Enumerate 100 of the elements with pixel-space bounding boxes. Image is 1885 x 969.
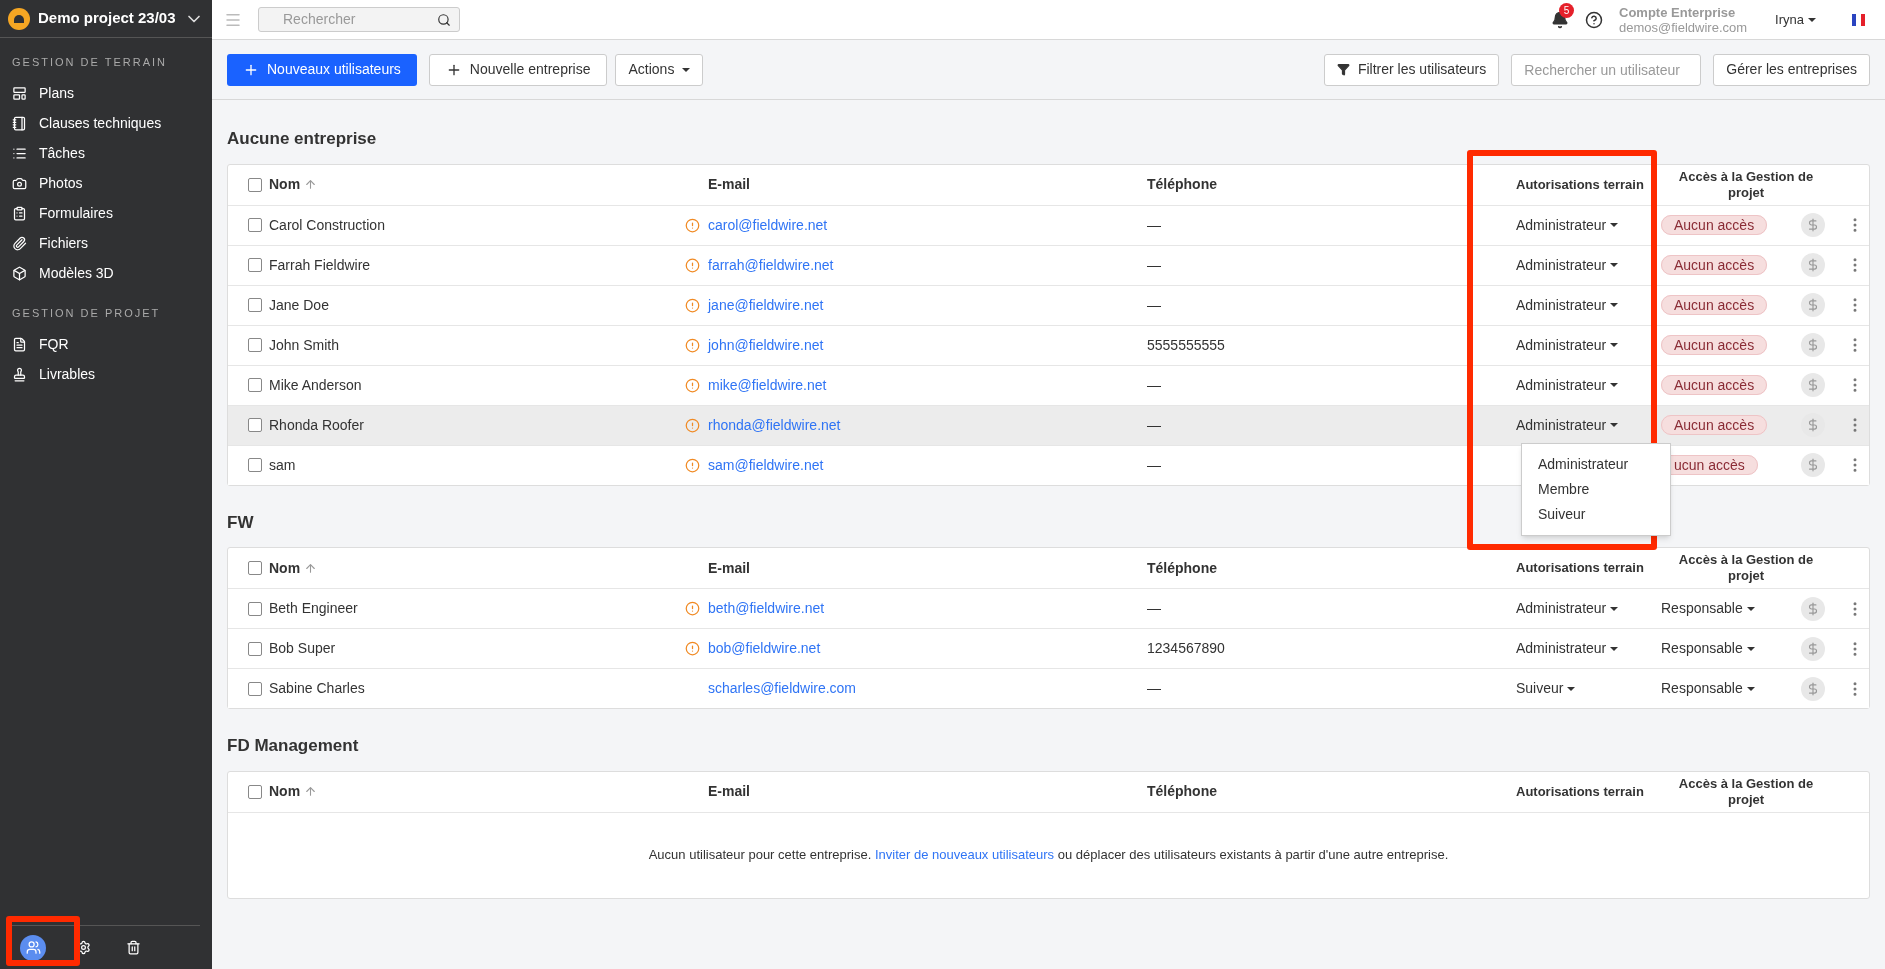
access-badge: Aucun accès (1661, 215, 1768, 235)
checkbox[interactable] (248, 338, 262, 352)
access-badge: Aucun accès (1661, 255, 1768, 275)
checkbox[interactable] (248, 418, 262, 432)
sort-arrow-icon (304, 785, 318, 798)
footer-button[interactable] (20, 934, 46, 961)
caret-icon (1746, 686, 1755, 691)
dollar-icon (1806, 218, 1820, 232)
email-link[interactable]: rhonda@fieldwire.net (708, 414, 841, 436)
billing-button[interactable] (1801, 253, 1825, 277)
sidebar-item[interactable]: Fichiers (0, 228, 212, 259)
help-icon[interactable] (1585, 10, 1603, 29)
phone-number: — (1147, 679, 1162, 698)
group-title: FW (227, 511, 254, 534)
column-header[interactable]: Nom (269, 174, 685, 195)
billing-button[interactable] (1801, 453, 1825, 477)
new-company-button[interactable]: Nouvelle entreprise (428, 53, 608, 86)
sidebar-item[interactable]: Formulaires (0, 198, 212, 229)
user-name: Bob Super (269, 639, 337, 658)
column-header[interactable]: Nom (269, 557, 685, 579)
column-header[interactable]: Nom (269, 781, 685, 802)
invite-link[interactable]: Inviter de nouveaux utilisateurs (874, 847, 1055, 863)
email-link[interactable]: scharles@fieldwire.com (708, 678, 857, 699)
logo-icon (8, 7, 30, 30)
user-search-field[interactable]: Rechercher un utilisateur (1511, 53, 1702, 86)
column-header: Téléphone (1147, 558, 1218, 578)
email-link[interactable]: bob@fieldwire.net (708, 638, 821, 659)
billing-button[interactable] (1801, 213, 1825, 237)
billing-button[interactable] (1801, 413, 1825, 437)
access-dropdown[interactable]: Responsable (1661, 598, 1755, 619)
email-link[interactable]: mike@fieldwire.net (708, 374, 827, 396)
checkbox[interactable] (248, 378, 262, 392)
access-dropdown[interactable]: Responsable (1661, 678, 1755, 699)
phone-number: — (1147, 599, 1162, 618)
checkbox[interactable] (248, 258, 262, 272)
checkbox[interactable] (248, 561, 262, 575)
role-dropdown[interactable]: Administrateur (1516, 598, 1619, 619)
billing-button[interactable] (1801, 293, 1825, 317)
filter-button[interactable]: Filtrer les utilisateurs (1323, 53, 1500, 86)
email-link[interactable]: jane@fieldwire.net (708, 294, 824, 316)
column-header: Téléphone (1147, 782, 1218, 801)
sidebar-item[interactable]: Photos (0, 168, 212, 199)
email-link[interactable]: beth@fieldwire.net (708, 598, 825, 619)
role-dropdown[interactable]: Administrateur (1516, 638, 1619, 659)
dollar-icon (1806, 601, 1820, 616)
manage-companies-button[interactable]: Gérer les entreprises (1713, 53, 1870, 86)
billing-button[interactable] (1801, 636, 1825, 661)
billing-button[interactable] (1801, 596, 1825, 621)
billing-button[interactable] (1801, 676, 1825, 701)
sidebar-item[interactable]: FQR (0, 329, 212, 359)
search-input[interactable]: Rechercher (267, 9, 429, 30)
role-dropdown[interactable]: Administrateur (1516, 414, 1619, 436)
billing-button[interactable] (1801, 373, 1825, 397)
caret-icon (1610, 303, 1619, 307)
email-link[interactable]: carol@fieldwire.net (708, 214, 828, 236)
user-name: John Smith (269, 335, 341, 355)
access-badge: Aucun accès (1661, 295, 1768, 315)
role-dropdown[interactable]: Administrateur (1516, 294, 1619, 316)
role-dropdown[interactable]: Administrateur (1516, 374, 1619, 396)
user-name: Farrah Fieldwire (269, 255, 372, 275)
dollar-icon (1806, 298, 1820, 312)
role-dropdown[interactable]: Suiveur (1516, 678, 1576, 699)
caret-icon (1746, 606, 1755, 611)
sidebar-item[interactable]: Tâches (0, 138, 212, 169)
email-link[interactable]: farrah@fieldwire.net (708, 254, 834, 276)
item-icon (12, 176, 27, 191)
caret-icon (1610, 646, 1619, 651)
checkbox[interactable] (248, 681, 262, 696)
checkbox[interactable] (248, 601, 262, 616)
user-menu[interactable]: Iryna (1775, 9, 1816, 30)
flag-icon[interactable] (1852, 13, 1865, 26)
checkbox[interactable] (248, 784, 262, 799)
checkbox[interactable] (248, 218, 262, 232)
checkbox[interactable] (248, 177, 262, 192)
role-dropdown[interactable]: Administrateur (1516, 254, 1619, 276)
sidebar-item[interactable]: Livrables (0, 359, 212, 389)
menu-option[interactable]: Membre (1522, 476, 1670, 502)
checkbox[interactable] (248, 298, 262, 312)
new-users-button[interactable]: Nouveaux utilisateurs (227, 53, 417, 86)
search-field[interactable]: Rechercher (258, 7, 460, 32)
user-name: sam (269, 455, 297, 475)
column-header: Téléphone (1147, 175, 1218, 194)
billing-button[interactable] (1801, 333, 1825, 357)
role-dropdown[interactable]: Administrateur (1516, 214, 1619, 236)
sidebar-item[interactable]: Plans (0, 78, 212, 109)
email-link[interactable]: john@fieldwire.net (708, 334, 824, 356)
column-header: E-mail (708, 782, 751, 801)
sidebar-item[interactable]: Modèles 3D (0, 258, 212, 289)
caret-icon (1610, 263, 1619, 267)
access-dropdown[interactable]: Responsable (1661, 638, 1755, 659)
actions-button[interactable]: Actions (615, 53, 704, 86)
menu-option[interactable]: Suiveur (1522, 501, 1670, 527)
column-header: E-mail (708, 558, 751, 578)
caret-icon (1567, 686, 1576, 691)
sidebar-item[interactable]: Clauses techniques (0, 108, 212, 139)
search-icon[interactable] (437, 12, 451, 27)
role-dropdown[interactable]: Administrateur (1516, 334, 1619, 356)
checkbox[interactable] (248, 641, 262, 656)
checkbox[interactable] (248, 458, 262, 472)
email-link[interactable]: sam@fieldwire.net (708, 454, 824, 476)
